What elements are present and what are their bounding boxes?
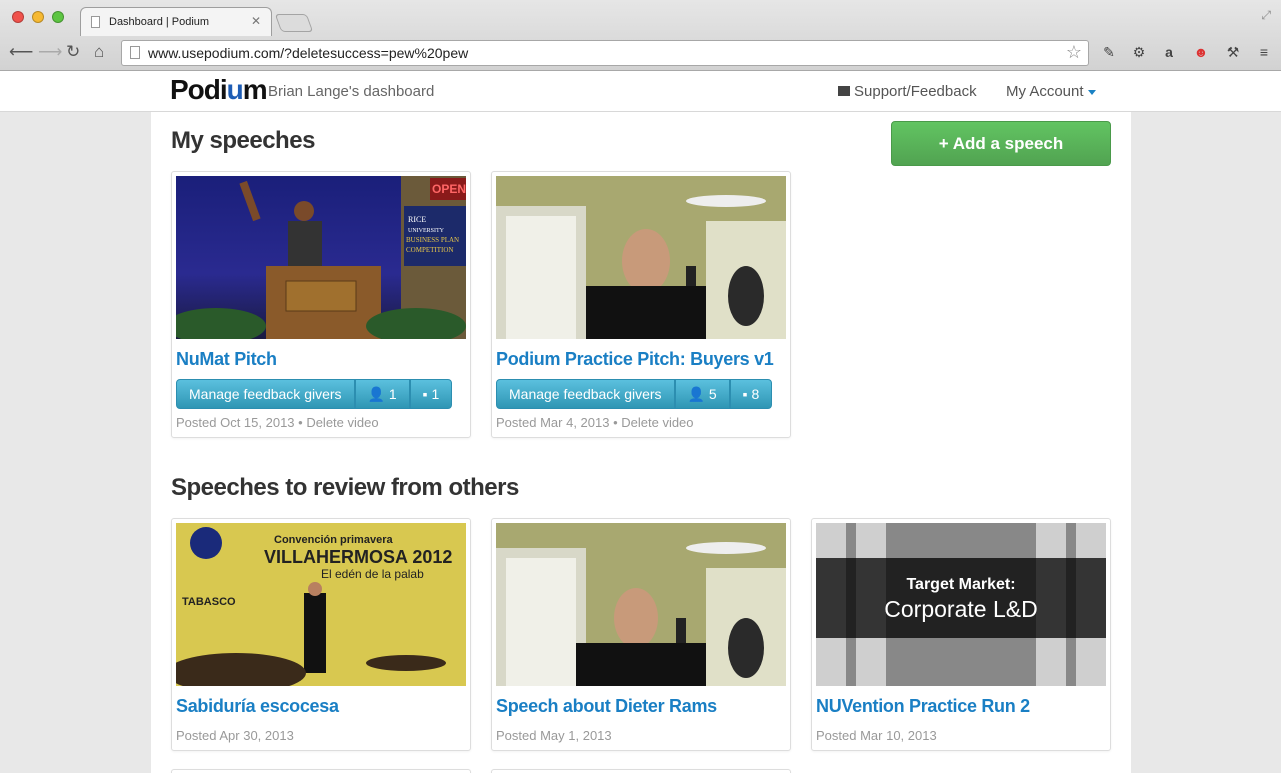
video-thumbnail[interactable]: RICE UNIVERSITY BUSINESS PLAN COMPETITIO…	[176, 176, 466, 339]
svg-text:UNIVERSITY: UNIVERSITY	[408, 228, 445, 234]
video-thumbnail[interactable]	[496, 176, 786, 339]
svg-text:Convención primavera: Convención primavera	[274, 534, 393, 546]
browser-tab[interactable]: Dashboard | Podium ✕	[80, 7, 272, 36]
back-icon[interactable]: ⟵	[9, 43, 33, 61]
close-tab-icon[interactable]: ✕	[251, 14, 261, 28]
speech-title-link[interactable]: Sabiduría escocesa	[176, 696, 339, 717]
svg-text:Corporate L&D: Corporate L&D	[884, 596, 1037, 622]
browser-chrome: Dashboard | Podium ✕ ⤢ ⟵ ⟶ ↻ ⌂ www.usepo…	[0, 0, 1281, 71]
svg-text:VILLAHERMOSA 2012: VILLAHERMOSA 2012	[264, 547, 452, 567]
review-card: Target Market: Corporate L&D NUVention P…	[811, 518, 1111, 751]
givers-count-button[interactable]: 👤 1	[354, 379, 410, 409]
page-icon	[91, 16, 100, 28]
post-date: Posted May 1, 2013	[496, 728, 612, 743]
manage-feedback-givers-button[interactable]: Manage feedback givers	[176, 379, 355, 409]
svg-text:TABASCO: TABASCO	[182, 596, 236, 608]
post-date: Posted Apr 30, 2013	[176, 728, 294, 743]
user-icon: 👤	[687, 386, 705, 402]
post-date: Posted Mar 10, 2013	[816, 728, 937, 743]
svg-text:OPEN: OPEN	[432, 182, 466, 196]
reload-icon[interactable]: ↻	[66, 43, 80, 61]
page-icon	[130, 46, 140, 59]
dashboard-title: Brian Lange's dashboard	[268, 83, 435, 100]
speech-card: Podium Practice Pitch: Buyers v1 Manage …	[491, 171, 791, 438]
review-card: Convención primavera VILLAHERMOSA 2012 E…	[171, 518, 471, 751]
amazon-extension-icon[interactable]: a	[1161, 44, 1177, 60]
rice-banner-text: RICE	[408, 215, 426, 224]
ghost-extension-icon[interactable]: ☻	[1193, 44, 1209, 60]
post-date: Posted Oct 15, 2013	[176, 415, 295, 430]
feedback-button-group: Manage feedback givers 👤 5 ▪ 8	[496, 379, 773, 409]
settings-extension-icon[interactable]: ⚙	[1131, 44, 1147, 60]
review-card	[491, 769, 791, 773]
svg-text:BUSINESS PLAN: BUSINESS PLAN	[406, 236, 459, 244]
post-meta: Posted Oct 15, 2013 • Delete video	[176, 415, 379, 430]
svg-text:COMPETITION: COMPETITION	[406, 246, 453, 254]
comments-count-button[interactable]: ▪ 8	[729, 379, 773, 409]
video-thumbnail[interactable]	[496, 523, 786, 686]
review-card	[171, 769, 471, 773]
delete-video-link[interactable]: Delete video	[621, 415, 693, 430]
add-speech-button[interactable]: + Add a speech	[891, 121, 1111, 166]
speech-title-link[interactable]: Speech about Dieter Rams	[496, 696, 717, 717]
close-window-button[interactable]	[12, 11, 24, 23]
fullscreen-icon[interactable]: ⤢	[1261, 8, 1271, 23]
comment-icon: ▪	[422, 386, 428, 402]
video-thumbnail[interactable]: Convención primavera VILLAHERMOSA 2012 E…	[176, 523, 466, 686]
tab-title: Dashboard | Podium	[109, 16, 210, 28]
zoom-window-button[interactable]	[52, 11, 64, 23]
evernote-extension-icon[interactable]: ✎	[1101, 44, 1117, 60]
site-navbar: Podium Brian Lange's dashboard Support/F…	[0, 71, 1281, 112]
address-bar[interactable]: www.usepodium.com/?deletesuccess=pew%20p…	[121, 40, 1089, 66]
bookmark-star-icon[interactable]: ☆	[1066, 42, 1082, 63]
comment-icon	[838, 86, 850, 96]
feedback-button-group: Manage feedback givers 👤 1 ▪ 1	[176, 379, 453, 409]
minimize-window-button[interactable]	[32, 11, 44, 23]
svg-text:El edén de la palab: El edén de la palab	[321, 567, 424, 581]
review-card: Speech about Dieter Rams Posted May 1, 2…	[491, 518, 791, 751]
url-text[interactable]: www.usepodium.com/?deletesuccess=pew%20p…	[148, 45, 468, 61]
home-icon[interactable]: ⌂	[94, 43, 104, 61]
menu-icon[interactable]: ≡	[1256, 44, 1272, 60]
new-tab-button[interactable]	[274, 14, 314, 32]
post-date: Posted Mar 4, 2013	[496, 415, 610, 430]
svg-text:Target Market:: Target Market:	[906, 576, 1015, 593]
manage-feedback-givers-button[interactable]: Manage feedback givers	[496, 379, 675, 409]
review-heading: Speeches to review from others	[171, 474, 519, 501]
givers-count-button[interactable]: 👤 5	[674, 379, 730, 409]
comments-count-button[interactable]: ▪ 1	[409, 379, 453, 409]
wrench-icon[interactable]: ⚒	[1225, 44, 1241, 60]
speech-card: RICE UNIVERSITY BUSINESS PLAN COMPETITIO…	[171, 171, 471, 438]
comment-icon: ▪	[742, 386, 748, 402]
speech-title-link[interactable]: NuMat Pitch	[176, 349, 277, 370]
my-account-menu[interactable]: My Account	[1006, 83, 1096, 100]
forward-icon[interactable]: ⟶	[38, 43, 62, 61]
delete-video-link[interactable]: Delete video	[306, 415, 378, 430]
video-thumbnail[interactable]: Target Market: Corporate L&D	[816, 523, 1106, 686]
support-feedback-link[interactable]: Support/Feedback	[838, 83, 977, 100]
caret-down-icon	[1087, 89, 1096, 95]
speech-title-link[interactable]: NUVention Practice Run 2	[816, 696, 1030, 717]
user-icon: 👤	[367, 386, 385, 402]
podium-logo[interactable]: Podium	[170, 74, 268, 106]
post-meta: Posted Mar 4, 2013 • Delete video	[496, 415, 694, 430]
speech-title-link[interactable]: Podium Practice Pitch: Buyers v1	[496, 349, 774, 370]
my-speeches-heading: My speeches	[171, 127, 315, 154]
